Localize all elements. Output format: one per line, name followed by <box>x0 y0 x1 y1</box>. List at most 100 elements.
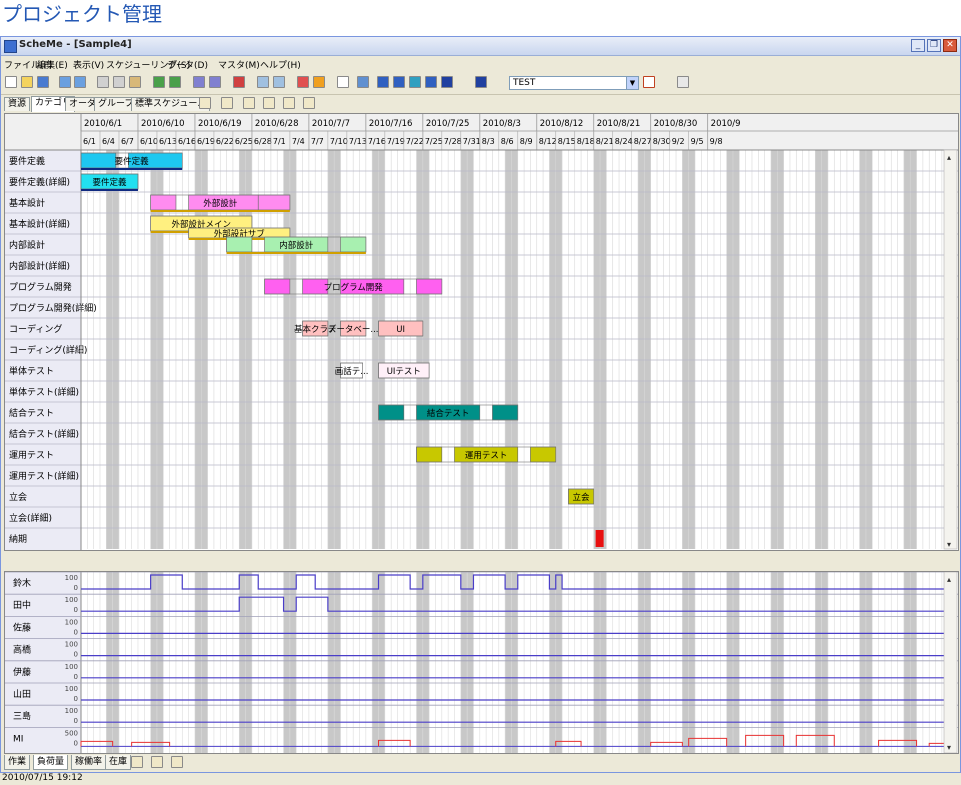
day-label: 6/4 <box>102 137 115 146</box>
tab-0[interactable]: 資源 <box>4 97 31 111</box>
bar-chart-icon[interactable] <box>297 76 309 88</box>
tab-tool-icon[interactable] <box>199 97 211 109</box>
scroll-up-icon[interactable]: ▴ <box>947 575 951 584</box>
task-bar-segment[interactable] <box>530 446 557 463</box>
resource-name: MI <box>13 734 23 744</box>
scroll-up-icon[interactable]: ▴ <box>947 153 951 162</box>
zoom-in-icon[interactable] <box>257 76 269 88</box>
menu-item[interactable]: マスタ(M) <box>218 58 260 71</box>
resource-name: 伊藤 <box>13 666 31 678</box>
tab-tool-icon[interactable] <box>283 97 295 109</box>
task-bar-segment[interactable] <box>264 278 291 295</box>
task-bar-segment[interactable] <box>340 236 367 253</box>
bottom-tab-1[interactable]: 負荷量 <box>33 755 69 770</box>
menu-item[interactable]: 表示(V) <box>73 58 104 71</box>
task-bar-segment[interactable] <box>416 278 443 295</box>
bottom-tool-icon[interactable] <box>151 756 163 768</box>
weekend-column <box>732 572 740 753</box>
bottom-tab-0[interactable]: 作業 <box>4 755 31 770</box>
axis-max-label: 100 <box>65 574 78 582</box>
weekend-column <box>638 572 645 753</box>
paste-icon[interactable] <box>129 76 141 88</box>
task-progress-line <box>81 168 183 170</box>
task-bar-segment[interactable] <box>378 404 405 421</box>
axis-max-label: 100 <box>65 663 78 671</box>
window-icon[interactable] <box>677 76 689 88</box>
tab-tool-icon[interactable] <box>303 97 315 109</box>
vertical-scrollbar[interactable] <box>943 149 958 550</box>
task-bar-label: 運用テスト <box>465 451 508 461</box>
tab-tool-icon[interactable] <box>243 97 255 109</box>
resource-load-chart[interactable]: 鈴木 100 0 田中 100 0 佐藤 100 0 高橋 100 0 伊藤 100 0 山田 100 0 三島 10… <box>4 571 959 754</box>
calendar-icon[interactable] <box>357 76 369 88</box>
row-label: 単体テスト(詳細) <box>9 386 79 398</box>
flow-icon[interactable] <box>425 76 437 88</box>
bottom-tab-label: 稼働率 <box>75 757 103 767</box>
chevron-down-icon[interactable]: ▼ <box>626 77 638 89</box>
color-icon[interactable] <box>313 76 325 88</box>
scroll-down-icon[interactable]: ▾ <box>947 743 951 752</box>
redo-icon[interactable] <box>74 76 86 88</box>
new-file-icon[interactable] <box>5 76 17 88</box>
order-icon[interactable] <box>441 76 453 88</box>
weekend-column <box>555 150 563 549</box>
status-datetime: 2010/07/15 19:12 <box>2 773 83 783</box>
deadline-marker[interactable] <box>595 530 604 547</box>
res-vertical-scrollbar[interactable] <box>943 572 958 753</box>
tab-tool-icon[interactable] <box>221 97 233 109</box>
filter-icon[interactable] <box>337 76 349 88</box>
unlink-icon[interactable] <box>209 76 221 88</box>
menu-item[interactable]: データ(D) <box>167 58 208 71</box>
task-bar-label: UIテスト <box>387 367 421 377</box>
assign-icon[interactable] <box>393 76 405 88</box>
axis-zero-label: 0 <box>74 739 78 747</box>
import-icon[interactable] <box>153 76 165 88</box>
bottom-tool-icon[interactable] <box>171 756 183 768</box>
copy-icon[interactable] <box>113 76 125 88</box>
axis-max-label: 100 <box>65 641 78 649</box>
undo-icon[interactable] <box>59 76 71 88</box>
save-icon[interactable] <box>37 76 49 88</box>
task-bar-label: データベー... <box>328 324 379 335</box>
resource-icon[interactable] <box>377 76 389 88</box>
tab-label: グループ <box>98 99 134 109</box>
maximize-button[interactable]: ❐ <box>927 39 941 52</box>
tab-tool-icon[interactable] <box>263 97 275 109</box>
export-icon[interactable] <box>169 76 181 88</box>
group-icon[interactable] <box>409 76 421 88</box>
tab-label: 資源 <box>8 99 27 109</box>
day-label: 7/25 <box>425 137 443 146</box>
open-folder-icon[interactable] <box>21 76 33 88</box>
schedule-select[interactable]: TEST ▼ <box>509 76 639 90</box>
bottom-tool-icon[interactable] <box>131 756 143 768</box>
gantt-chart[interactable]: 要件定義 要件定義(詳細) 基本設計 基本設計(詳細) 内部設計 内部設計(詳細) プログラ… <box>4 113 959 551</box>
bottom-tab-3[interactable]: 在庫 <box>105 755 132 770</box>
day-label: 7/19 <box>387 137 405 146</box>
link-icon[interactable] <box>193 76 205 88</box>
weekend-column <box>600 150 607 549</box>
bottom-tabs: 作業 負荷量 稼働率 在庫 <box>1 754 960 772</box>
task-bar-segment[interactable] <box>226 236 253 253</box>
task-bar-segment[interactable] <box>150 194 177 211</box>
scroll-down-icon[interactable]: ▾ <box>947 540 951 549</box>
cut-icon[interactable] <box>97 76 109 88</box>
task-bar-segment[interactable] <box>257 194 291 211</box>
task-bar-segment[interactable] <box>416 446 443 463</box>
task-bar-segment[interactable] <box>80 152 117 169</box>
weekend-column <box>460 572 468 753</box>
close-button[interactable]: ✕ <box>943 39 957 52</box>
menu-item[interactable]: 編集(E) <box>37 58 68 71</box>
weekend-column <box>815 572 822 753</box>
schedule-icon[interactable] <box>233 76 245 88</box>
bottom-tab-label: 在庫 <box>109 757 128 767</box>
play-icon[interactable] <box>643 76 655 88</box>
forward-icon[interactable] <box>475 76 487 88</box>
zoom-out-icon[interactable] <box>273 76 285 88</box>
day-label: 7/4 <box>292 137 305 146</box>
minimize-button[interactable]: _ <box>911 39 925 52</box>
task-bar-segment[interactable] <box>492 404 519 421</box>
resource-svg: 鈴木 100 0 田中 100 0 佐藤 100 0 高橋 100 0 伊藤 100 0 山田 100 0 三島 10… <box>5 572 958 753</box>
weekend-column <box>372 150 379 549</box>
menu-item[interactable]: ヘルプ(H) <box>260 58 301 71</box>
bottom-tab-2[interactable]: 稼働率 <box>71 755 107 770</box>
